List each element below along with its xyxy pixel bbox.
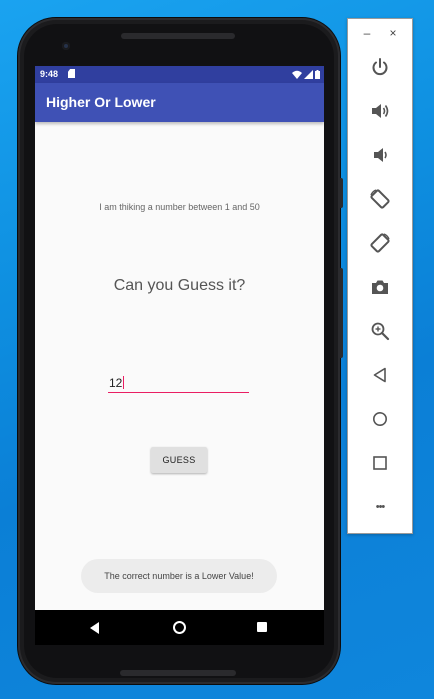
question-heading: Can you Guess it? xyxy=(113,277,246,294)
status-time: 9:48 xyxy=(40,69,59,79)
rotate-right-icon xyxy=(370,233,390,253)
home-icon xyxy=(373,412,387,426)
camera-icon xyxy=(372,280,388,294)
navigation-bar xyxy=(35,610,324,645)
zoom-button[interactable] xyxy=(368,319,392,343)
screenshot-button[interactable] xyxy=(368,275,392,299)
status-icons xyxy=(292,69,320,79)
app-bar: Higher Or Lower xyxy=(35,83,324,122)
rotate-left-icon xyxy=(370,189,390,209)
nav-recents-icon[interactable] xyxy=(257,622,267,632)
prompt-text: I am thiking a number between 1 and 50 xyxy=(99,202,260,212)
guess-input-text: 12 xyxy=(109,376,123,390)
power-icon xyxy=(372,58,388,76)
guess-input-value[interactable]: 12 xyxy=(109,376,125,390)
side-power-button[interactable] xyxy=(340,178,343,208)
main-content: I am thiking a number between 1 and 50 C… xyxy=(35,122,324,610)
wifi-icon xyxy=(292,70,302,79)
volume-up-button[interactable] xyxy=(368,99,392,123)
toolbar-header: – × xyxy=(348,19,412,49)
zoom-icon xyxy=(371,322,390,341)
guess-button[interactable]: GUESS xyxy=(151,447,207,473)
nav-back-icon[interactable] xyxy=(90,622,99,634)
overview-icon xyxy=(373,456,387,470)
home-button[interactable] xyxy=(368,407,392,431)
volume-down-button[interactable] xyxy=(368,143,392,167)
toast-message: The correct number is a Lower Value! xyxy=(81,559,277,593)
close-button[interactable]: × xyxy=(386,25,400,41)
overview-button[interactable] xyxy=(368,451,392,475)
app-title: Higher Or Lower xyxy=(46,94,156,110)
guess-input[interactable]: 12 xyxy=(108,374,249,393)
text-cursor xyxy=(123,376,125,389)
status-bar: 9:48 xyxy=(35,66,324,83)
cell-signal-icon xyxy=(304,69,313,79)
nav-home-icon[interactable] xyxy=(173,621,186,634)
rotate-right-button[interactable] xyxy=(368,231,392,255)
sd-card-icon xyxy=(68,69,75,78)
bottom-speaker xyxy=(120,670,236,676)
device-screen: 9:48 Higher Or Lower I am thiking a numb… xyxy=(35,66,324,645)
more-button[interactable]: ••• xyxy=(368,495,392,519)
rotate-left-button[interactable] xyxy=(368,187,392,211)
back-button[interactable] xyxy=(368,363,392,387)
side-volume-button[interactable] xyxy=(340,268,343,358)
back-icon xyxy=(373,367,386,383)
power-button[interactable] xyxy=(368,55,392,79)
front-camera xyxy=(62,42,70,50)
minimize-button[interactable]: – xyxy=(360,25,374,41)
top-speaker xyxy=(121,33,235,39)
emulator-toolbar: – × ••• xyxy=(347,18,413,534)
volume-up-icon xyxy=(372,104,389,118)
volume-down-icon xyxy=(374,148,387,162)
battery-icon xyxy=(315,69,320,79)
